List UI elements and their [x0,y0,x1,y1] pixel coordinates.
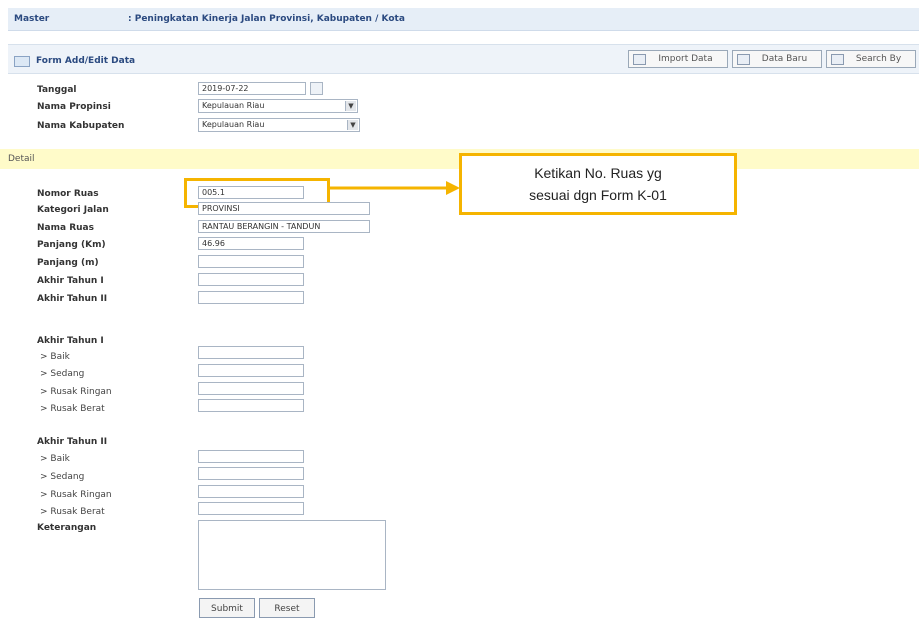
callout-line-2: sesuai dgn Form K-01 [529,187,667,203]
panjang-km-label: Panjang (Km) [37,240,106,250]
kabupaten-label: Nama Kabupaten [37,121,125,131]
new-data-button[interactable]: Data Baru [732,50,822,68]
kondisi-2-baik-input[interactable] [198,450,304,463]
submit-button[interactable]: Submit [199,598,255,618]
akhir-tahun-1-label: Akhir Tahun I [37,276,104,286]
search-by-button[interactable]: Search By [826,50,916,68]
nama-ruas-label: Nama Ruas [37,223,94,233]
nama-ruas-input[interactable]: RANTAU BERANGIN - TANDUN [198,220,370,233]
import-data-label: Import Data [658,54,713,64]
kondisi-1-rusak-berat-input[interactable] [198,399,304,412]
kabupaten-select[interactable]: Kepulauan Riau ▼ [198,118,360,132]
panjang-m-input[interactable] [198,255,304,268]
kondisi-1-heading: Akhir Tahun I [37,336,104,346]
kondisi-1-sedang-label: > Sedang [40,369,85,379]
panjang-km-input[interactable]: 46.96 [198,237,304,250]
propinsi-label: Nama Propinsi [37,102,111,112]
kondisi-1-baik-input[interactable] [198,346,304,359]
nomor-ruas-label: Nomor Ruas [37,189,99,199]
kategori-jalan-label: Kategori Jalan [37,205,109,215]
callout-line-1: Ketikan No. Ruas yg [534,165,662,181]
kondisi-2-heading: Akhir Tahun II [37,437,108,447]
page-title: : Peningkatan Kinerja Jalan Provinsi, Ka… [128,14,405,24]
app-header: Master : Peningkatan Kinerja Jalan Provi… [8,8,919,31]
kondisi-2-sedang-label: > Sedang [40,472,85,482]
kondisi-1-sedang-input[interactable] [198,364,304,377]
akhir-tahun-2-input[interactable] [198,291,304,304]
kondisi-2-rusak-ringan-label: > Rusak Ringan [40,490,112,500]
propinsi-value: Kepulauan Riau [202,101,265,110]
chevron-down-icon: ▼ [347,120,358,130]
keterangan-label: Keterangan [37,523,97,533]
keterangan-textarea[interactable] [198,520,386,590]
import-icon [633,54,646,65]
kondisi-2-rusak-berat-input[interactable] [198,502,304,515]
search-by-label: Search By [855,54,902,64]
kategori-jalan-input[interactable]: PROVINSI [198,202,370,215]
form-toolbar: Form Add/Edit Data Import Data Data Baru… [8,44,919,74]
import-data-button[interactable]: Import Data [628,50,728,68]
header-label: Master [14,14,50,24]
detail-section-label: Detail [8,154,35,164]
kondisi-1-rusak-berat-label: > Rusak Berat [40,404,105,414]
akhir-tahun-1-input[interactable] [198,273,304,286]
chevron-down-icon: ▼ [345,101,356,111]
kondisi-2-rusak-ringan-input[interactable] [198,485,304,498]
new-data-icon [737,54,750,65]
form-icon [14,56,30,67]
callout-box: Ketikan No. Ruas yg sesuai dgn Form K-01 [459,153,737,215]
callout-arrow [328,181,460,195]
propinsi-select[interactable]: Kepulauan Riau ▼ [198,99,358,113]
akhir-tahun-2-label: Akhir Tahun II [37,294,108,304]
tanggal-input[interactable]: 2019-07-22 [198,82,306,95]
tanggal-label: Tanggal [37,85,77,95]
calendar-icon[interactable] [310,82,323,95]
search-icon [831,54,844,65]
kondisi-1-baik-label: > Baik [40,352,70,362]
kondisi-2-rusak-berat-label: > Rusak Berat [40,507,105,517]
kondisi-1-rusak-ringan-input[interactable] [198,382,304,395]
kabupaten-value: Kepulauan Riau [202,120,265,129]
kondisi-2-baik-label: > Baik [40,454,70,464]
form-title: Form Add/Edit Data [36,56,136,66]
kondisi-1-rusak-ringan-label: > Rusak Ringan [40,387,112,397]
panjang-m-label: Panjang (m) [37,258,99,268]
reset-button[interactable]: Reset [259,598,315,618]
kondisi-2-sedang-input[interactable] [198,467,304,480]
new-data-label: Data Baru [761,54,808,64]
